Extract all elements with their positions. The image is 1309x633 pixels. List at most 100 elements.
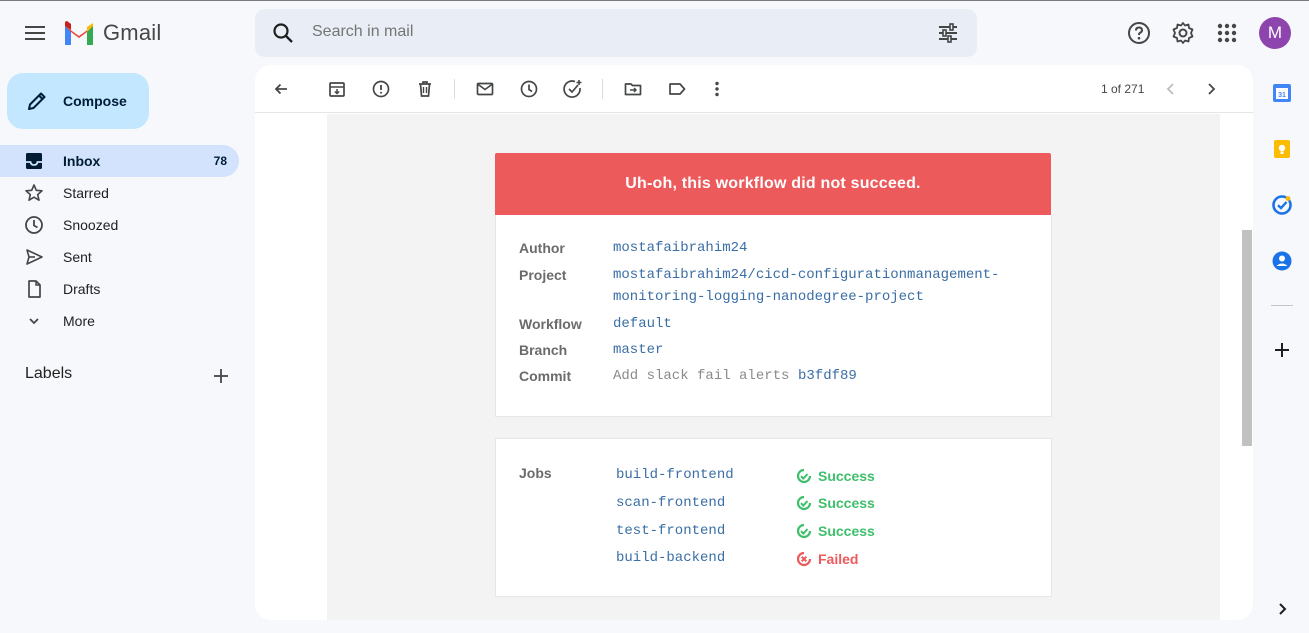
app-name: Gmail <box>103 20 162 45</box>
add-label-icon[interactable] <box>210 365 232 387</box>
author-link[interactable]: mostafaibrahim24 <box>613 237 747 259</box>
workflow-label: Workflow <box>519 316 582 332</box>
report-icon <box>372 80 390 98</box>
job-name-link[interactable]: scan-frontend <box>616 495 725 511</box>
commit-hash-link[interactable]: b3fdf89 <box>798 365 857 387</box>
snooze-button[interactable] <box>517 77 541 101</box>
label-icon <box>669 83 686 95</box>
job-status: Success <box>796 468 875 484</box>
author-label: Author <box>519 240 565 256</box>
toolbar-divider <box>602 79 603 99</box>
success-status-icon <box>796 523 812 539</box>
workflow-details-card: Author mostafaibrahim24 Project mostafai… <box>495 215 1052 417</box>
more-options-button[interactable] <box>705 77 729 101</box>
tasks-icon[interactable] <box>1271 194 1293 216</box>
job-name-link[interactable]: test-frontend <box>616 523 725 539</box>
job-status: Success <box>796 523 875 539</box>
workflow-link[interactable]: default <box>613 313 672 335</box>
file-icon <box>28 280 41 298</box>
chevron-left-icon <box>1166 83 1174 95</box>
move-to-button[interactable] <box>621 77 645 101</box>
archive-icon <box>329 82 345 97</box>
branch-link[interactable]: master <box>613 339 663 361</box>
sidebar-item-drafts[interactable]: Drafts <box>0 273 239 305</box>
job-status: Success <box>796 495 875 511</box>
gmail-m-icon <box>65 21 93 45</box>
sidebar-item-sent[interactable]: Sent <box>0 241 239 273</box>
delete-button[interactable] <box>413 77 437 101</box>
labels-heading: Labels <box>25 365 73 382</box>
project-link-line1[interactable]: mostafaibrahim24/cicd-configurationmanag… <box>613 264 999 286</box>
job-name-link[interactable]: build-frontend <box>616 467 734 483</box>
gmail-logo[interactable]: Gmail <box>63 20 161 46</box>
newer-button[interactable] <box>1159 77 1183 101</box>
message-scrollbar[interactable] <box>1242 230 1252 446</box>
chevron-right-icon[interactable] <box>1271 598 1293 620</box>
send-icon <box>26 249 43 265</box>
trash-icon <box>419 81 431 97</box>
star-icon <box>25 184 43 201</box>
svg-text:31: 31 <box>1278 92 1286 99</box>
search-bar[interactable] <box>255 9 977 57</box>
clock-icon <box>520 80 538 98</box>
sidebar-item-inbox[interactable]: Inbox 78 <box>0 145 239 177</box>
settings-gear-icon[interactable] <box>1171 21 1195 45</box>
pagination-count: 1 of 271 <box>1101 82 1145 96</box>
search-input[interactable] <box>312 23 912 41</box>
inbox-icon <box>26 153 42 169</box>
older-button[interactable] <box>1199 77 1223 101</box>
job-status-label: Failed <box>818 551 859 567</box>
success-status-icon <box>796 468 812 484</box>
sidebar-item-label: Starred <box>63 185 109 201</box>
keep-icon[interactable] <box>1271 138 1293 160</box>
sidebar-item-more[interactable]: More <box>0 305 239 337</box>
search-options-icon[interactable] <box>936 21 960 45</box>
sidebar-item-snoozed[interactable]: Snoozed <box>0 209 239 241</box>
failed-status-icon <box>796 551 812 567</box>
account-avatar[interactable]: M <box>1259 17 1291 49</box>
main-menu-button[interactable] <box>20 18 50 48</box>
project-link-line2[interactable]: monitoring-logging-nanodegree-project <box>613 286 924 308</box>
compose-button[interactable]: Compose <box>7 73 149 129</box>
search-icon[interactable] <box>271 21 295 45</box>
commit-label: Commit <box>519 368 572 384</box>
report-spam-button[interactable] <box>369 77 393 101</box>
success-status-icon <box>796 495 812 511</box>
add-addon-icon[interactable] <box>1271 339 1293 361</box>
labels-button[interactable] <box>665 77 689 101</box>
hamburger-icon <box>25 26 45 40</box>
job-status: Failed <box>796 551 858 567</box>
calendar-icon[interactable]: 31 <box>1271 82 1293 104</box>
sidebar-item-starred[interactable]: Starred <box>0 177 239 209</box>
job-status-label: Success <box>818 468 875 484</box>
sidebar-item-label: Inbox <box>63 153 101 169</box>
archive-button[interactable] <box>325 77 349 101</box>
job-status-label: Success <box>818 523 875 539</box>
rail-divider <box>1271 305 1293 306</box>
pencil-icon <box>28 92 46 110</box>
chevron-right-icon <box>1208 83 1216 95</box>
mark-unread-button[interactable] <box>473 77 497 101</box>
google-apps-icon[interactable] <box>1215 21 1239 45</box>
sidebar-item-label: Drafts <box>63 281 101 297</box>
add-task-icon <box>563 80 582 98</box>
folder-move-icon <box>624 83 642 96</box>
branch-label: Branch <box>519 342 568 358</box>
clock-icon <box>25 216 43 234</box>
jobs-card: Jobs build-frontend Success scan-fronten… <box>495 438 1052 597</box>
sidebar-item-label: Sent <box>63 249 92 265</box>
back-button[interactable] <box>269 77 293 101</box>
message-toolbar: 1 of 271 <box>255 65 1253 113</box>
unread-count: 78 <box>213 154 227 168</box>
help-icon[interactable] <box>1127 21 1151 45</box>
sidebar-item-label: More <box>63 313 95 329</box>
email-body: Uh-oh, this workflow did not succeed. Au… <box>327 114 1220 620</box>
mail-icon <box>476 82 494 96</box>
add-to-tasks-button[interactable] <box>561 77 585 101</box>
contacts-icon[interactable] <box>1271 250 1293 272</box>
message-panel: 1 of 271 Uh-oh, this workflow did not su… <box>255 65 1253 620</box>
job-name-link[interactable]: build-backend <box>616 550 725 566</box>
failure-banner: Uh-oh, this workflow did not succeed. <box>495 153 1051 215</box>
commit-message: Add slack fail alerts <box>613 368 790 384</box>
jobs-label: Jobs <box>519 465 552 481</box>
